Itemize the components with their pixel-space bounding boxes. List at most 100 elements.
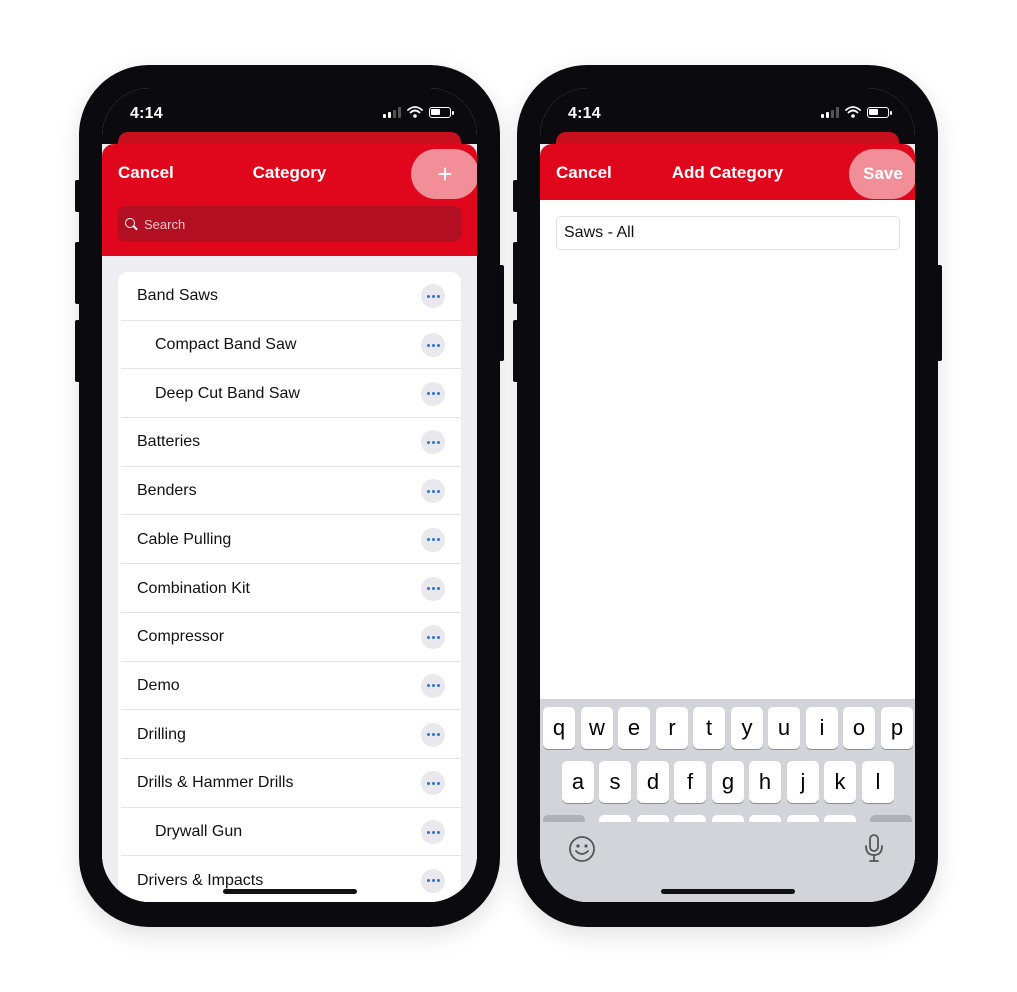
key-u[interactable]: u [768,707,800,749]
search-bar: Search [102,200,477,256]
list-item-label: Band Saws [137,287,218,305]
power-button [936,265,942,361]
more-icon[interactable] [421,430,445,455]
volume-up-button [513,242,519,304]
list-item-label: Compact Band Saw [155,336,297,354]
more-icon[interactable] [421,576,445,601]
more-icon[interactable] [421,527,445,552]
list-item[interactable]: Batteries [118,418,461,467]
key-q[interactable]: q [543,707,575,749]
list-item-label: Cable Pulling [137,530,232,548]
list-item[interactable]: Deep Cut Band Saw [118,369,461,419]
list-item-label: Deep Cut Band Saw [155,384,300,402]
more-icon[interactable] [421,722,445,747]
mute-switch [75,180,81,212]
status-icons [383,106,454,118]
key-e[interactable]: e [618,707,650,749]
more-icon[interactable] [421,381,445,406]
list-item-label: Benders [137,482,197,500]
status-icons [821,106,892,118]
more-icon[interactable] [421,673,445,698]
more-icon[interactable] [421,333,445,358]
phone-frame-left: 4:14 Cancel Category + Search Band Saws … [75,65,504,927]
key-r[interactable]: r [656,707,688,749]
screen-category-list: 4:14 Cancel Category + Search Band Saws … [102,88,477,902]
signal-icon [821,106,839,118]
list-item[interactable]: Cable Pulling [118,516,461,565]
notch [194,88,394,118]
list-item[interactable]: Compact Band Saw [118,321,461,370]
notch [632,88,832,118]
list-item[interactable]: Benders [118,467,461,516]
list-item-label: Combination Kit [137,579,250,597]
more-icon[interactable] [421,479,445,504]
home-indicator [661,889,795,894]
key-w[interactable]: w [581,707,613,749]
key-g[interactable]: g [712,761,744,803]
status-time: 4:14 [130,105,163,122]
list-background: Band Saws Compact Band Saw Deep Cut Band… [102,256,477,902]
navbar: Cancel Add Category Save [540,144,915,200]
list-item[interactable]: Demo [118,662,461,711]
key-a[interactable]: a [562,761,594,803]
mute-switch [513,180,519,212]
key-h[interactable]: h [749,761,781,803]
list-item[interactable]: Combination Kit [118,564,461,613]
microphone-icon [865,834,883,862]
list-item[interactable]: Drilling [118,710,461,759]
wifi-icon [407,106,423,118]
key-k[interactable]: k [824,761,856,803]
keyboard-bottom-bar [540,822,915,902]
list-item[interactable]: Drivers & Impacts [118,856,461,902]
list-item[interactable]: Drywall Gun [118,808,461,857]
list-item-label: Drywall Gun [155,823,243,841]
key-p[interactable]: p [881,707,913,749]
key-l[interactable]: l [862,761,894,803]
more-icon[interactable] [421,868,445,893]
list-item-label: Drills & Hammer Drills [137,774,294,792]
microphone-button[interactable] [860,832,888,864]
more-icon[interactable] [421,820,445,845]
search-icon [125,217,138,231]
add-category-button[interactable]: + [411,149,477,199]
list-item-label: Compressor [137,628,225,646]
key-t[interactable]: t [693,707,725,749]
category-name-value: Saws - All [564,224,635,241]
key-f[interactable]: f [674,761,706,803]
volume-up-button [75,242,81,304]
volume-down-button [513,320,519,382]
list-item-label: Demo [137,676,180,694]
battery-icon [867,106,892,118]
emoji-button[interactable] [567,834,597,864]
list-item-label: Drilling [137,725,186,743]
key-d[interactable]: d [637,761,669,803]
screen-add-category: 4:14 Cancel Add Category Save Saws - All… [540,88,915,902]
list-item-label: Batteries [137,433,201,451]
battery-icon [429,106,454,118]
list-item[interactable]: Drills & Hammer Drills [118,759,461,808]
save-button[interactable]: Save [849,149,915,199]
category-list: Band Saws Compact Band Saw Deep Cut Band… [118,272,461,902]
more-icon[interactable] [421,284,445,309]
more-icon[interactable] [421,771,445,796]
power-button [498,265,504,361]
search-input[interactable]: Search [117,206,462,242]
signal-icon [383,106,401,118]
key-y[interactable]: y [731,707,763,749]
volume-down-button [75,320,81,382]
wifi-icon [845,106,861,118]
more-icon[interactable] [421,625,445,650]
phone-frame-right: 4:14 Cancel Add Category Save Saws - All… [513,65,942,927]
search-placeholder: Search [144,216,186,232]
emoji-icon [569,836,595,862]
key-s[interactable]: s [599,761,631,803]
key-o[interactable]: o [843,707,875,749]
category-name-field[interactable]: Saws - All [556,216,900,250]
add-category-sheet: Cancel Add Category Save Saws - All q w … [540,144,915,902]
list-item[interactable]: Band Saws [118,272,461,321]
list-item-label: Drivers & Impacts [137,871,264,889]
list-item[interactable]: Compressor [118,613,461,662]
key-j[interactable]: j [787,761,819,803]
home-indicator [223,889,357,894]
key-i[interactable]: i [806,707,838,749]
